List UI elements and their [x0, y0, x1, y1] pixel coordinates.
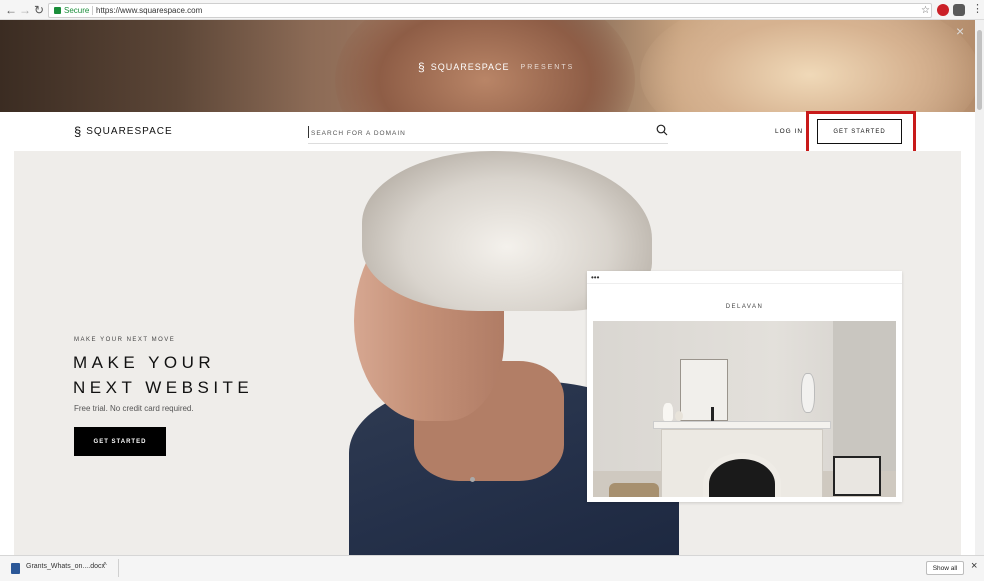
candlestick — [711, 407, 714, 421]
hero-headline: MAKE YOUR NEXT WEBSITE — [73, 350, 253, 400]
address-bar[interactable]: Secure https://www.squarespace.com ☆ — [48, 3, 932, 18]
chevron-up-icon[interactable]: ^ — [103, 561, 107, 570]
search-icon[interactable] — [656, 124, 668, 136]
text-cursor — [308, 126, 309, 138]
floor-frame — [833, 456, 881, 496]
pocket-icon[interactable] — [953, 4, 965, 16]
scrollbar-thumb[interactable] — [977, 30, 982, 110]
word-file-icon — [11, 563, 20, 574]
mantel — [653, 421, 831, 429]
hero-photo-button — [470, 477, 475, 482]
show-all-button[interactable]: Show all — [926, 561, 964, 575]
vase — [675, 411, 683, 421]
banner-photo-woman — [640, 20, 975, 112]
template-image — [593, 321, 896, 497]
template-title: DELAVAN — [725, 304, 764, 310]
basket — [609, 483, 659, 497]
headline-line-1: MAKE YOUR — [73, 353, 216, 372]
secure-label: Secure — [64, 6, 90, 15]
banner-presents: PRESENTS — [520, 63, 575, 71]
close-icon[interactable]: × — [956, 23, 964, 39]
forward-icon[interactable]: → — [18, 3, 32, 17]
vase — [663, 403, 673, 421]
close-icon[interactable]: × — [971, 560, 977, 572]
reload-icon[interactable]: ↻ — [32, 3, 46, 17]
domain-search-input[interactable] — [311, 126, 641, 140]
card-divider — [587, 283, 902, 284]
squarespace-logo-icon: § — [418, 60, 426, 74]
bookmark-star-icon[interactable]: ☆ — [921, 4, 930, 17]
pinterest-icon[interactable] — [937, 4, 949, 16]
template-preview-card[interactable]: ••• DELAVAN — [587, 271, 902, 502]
downloads-bar — [0, 555, 984, 581]
browser-toolbar: ← → ↻ Secure https://www.squarespace.com… — [0, 0, 984, 20]
window-dots-icon: ••• — [591, 273, 600, 282]
download-separator — [118, 559, 119, 577]
banner-brand: SQUARESPACE — [430, 62, 510, 72]
hero-get-started-button[interactable]: GET STARTED — [74, 427, 166, 456]
site-logo[interactable]: § SQUARESPACE — [74, 124, 173, 139]
domain-search — [308, 122, 668, 144]
highlight-box — [806, 111, 916, 156]
banner-logo: § SQUARESPACE PRESENTS — [418, 60, 574, 74]
hero-subtext: Free trial. No credit card required. — [74, 404, 194, 413]
login-link[interactable]: LOG IN — [775, 128, 803, 135]
url-text[interactable]: https://www.squarespace.com — [96, 4, 202, 17]
squarespace-logo-icon: § — [74, 124, 83, 139]
omnibox-separator — [92, 6, 93, 15]
promo-banner[interactable]: § SQUARESPACE PRESENTS × — [0, 20, 975, 112]
back-icon[interactable]: ← — [4, 3, 18, 17]
glass-lamp — [801, 373, 815, 413]
download-file-name[interactable]: Grants_Whats_on....docx — [26, 563, 105, 570]
lock-icon — [54, 7, 61, 14]
wall-frame — [680, 359, 728, 421]
site-brand: SQUARESPACE — [86, 126, 173, 137]
headline-line-2: NEXT WEBSITE — [73, 378, 254, 397]
browser-menu-icon[interactable]: ⋮ — [972, 2, 983, 15]
hero-eyebrow: MAKE YOUR NEXT MOVE — [74, 337, 176, 343]
